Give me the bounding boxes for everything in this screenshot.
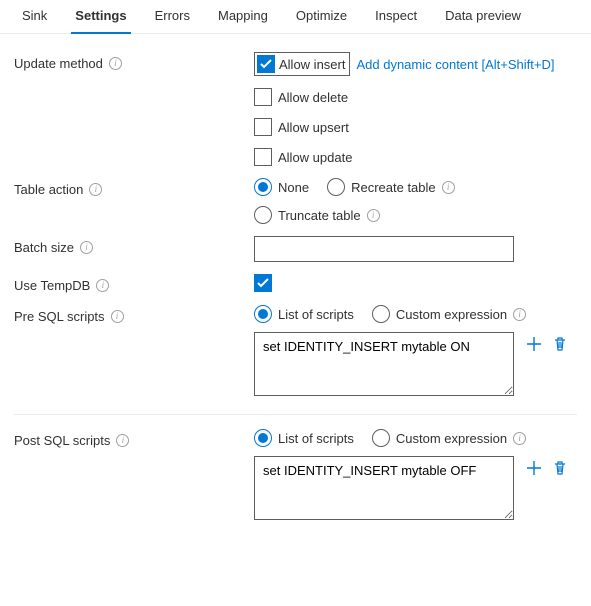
table-action-label: Table action — [14, 182, 83, 197]
check-icon — [260, 58, 272, 70]
allow-delete-checkbox[interactable]: Allow delete — [254, 88, 348, 106]
add-dynamic-content-link[interactable]: Add dynamic content [Alt+Shift+D] — [356, 57, 554, 72]
info-icon[interactable]: i — [513, 308, 526, 321]
add-icon[interactable] — [524, 334, 544, 354]
info-icon[interactable]: i — [89, 183, 102, 196]
check-icon — [257, 277, 269, 289]
pre-sql-textarea[interactable] — [254, 332, 514, 396]
post-sql-list-radio[interactable]: List of scripts — [254, 429, 354, 447]
post-sql-custom-label: Custom expression — [396, 431, 507, 446]
add-icon[interactable] — [524, 458, 544, 478]
info-icon[interactable]: i — [367, 209, 380, 222]
tab-errors[interactable]: Errors — [141, 0, 204, 33]
allow-insert-checkbox[interactable]: Allow insert — [254, 52, 350, 76]
batch-size-label: Batch size — [14, 240, 74, 255]
pre-sql-custom-radio[interactable]: Custom expression i — [372, 305, 526, 323]
allow-delete-label: Allow delete — [278, 90, 348, 105]
tab-settings[interactable]: Settings — [61, 0, 140, 33]
table-action-truncate-label: Truncate table — [278, 208, 361, 223]
tab-inspect[interactable]: Inspect — [361, 0, 431, 33]
post-sql-label: Post SQL scripts — [14, 433, 110, 448]
table-action-recreate-radio[interactable]: Recreate table i — [327, 178, 455, 196]
info-icon[interactable]: i — [96, 279, 109, 292]
info-icon[interactable]: i — [442, 181, 455, 194]
pre-sql-list-radio[interactable]: List of scripts — [254, 305, 354, 323]
post-sql-custom-radio[interactable]: Custom expression i — [372, 429, 526, 447]
pre-sql-list-label: List of scripts — [278, 307, 354, 322]
tab-data-preview[interactable]: Data preview — [431, 0, 535, 33]
info-icon[interactable]: i — [111, 310, 124, 323]
allow-update-checkbox[interactable]: Allow update — [254, 148, 352, 166]
tab-sink[interactable]: Sink — [8, 0, 61, 33]
table-action-truncate-radio[interactable]: Truncate table i — [254, 206, 380, 224]
post-sql-list-label: List of scripts — [278, 431, 354, 446]
use-tempdb-label: Use TempDB — [14, 278, 90, 293]
table-action-none-radio[interactable]: None — [254, 178, 309, 196]
delete-icon[interactable] — [550, 458, 570, 478]
info-icon[interactable]: i — [109, 57, 122, 70]
table-action-none-label: None — [278, 180, 309, 195]
pre-sql-custom-label: Custom expression — [396, 307, 507, 322]
use-tempdb-checkbox[interactable] — [254, 274, 272, 292]
update-method-label: Update method — [14, 56, 103, 71]
allow-insert-label: Allow insert — [279, 57, 345, 72]
allow-upsert-label: Allow upsert — [278, 120, 349, 135]
info-icon[interactable]: i — [116, 434, 129, 447]
info-icon[interactable]: i — [513, 432, 526, 445]
delete-icon[interactable] — [550, 334, 570, 354]
batch-size-input[interactable] — [254, 236, 514, 262]
tab-bar: Sink Settings Errors Mapping Optimize In… — [0, 0, 591, 34]
info-icon[interactable]: i — [80, 241, 93, 254]
allow-upsert-checkbox[interactable]: Allow upsert — [254, 118, 349, 136]
post-sql-textarea[interactable] — [254, 456, 514, 520]
table-action-recreate-label: Recreate table — [351, 180, 436, 195]
pre-sql-label: Pre SQL scripts — [14, 309, 105, 324]
allow-update-label: Allow update — [278, 150, 352, 165]
tab-mapping[interactable]: Mapping — [204, 0, 282, 33]
tab-optimize[interactable]: Optimize — [282, 0, 361, 33]
divider — [14, 414, 577, 415]
